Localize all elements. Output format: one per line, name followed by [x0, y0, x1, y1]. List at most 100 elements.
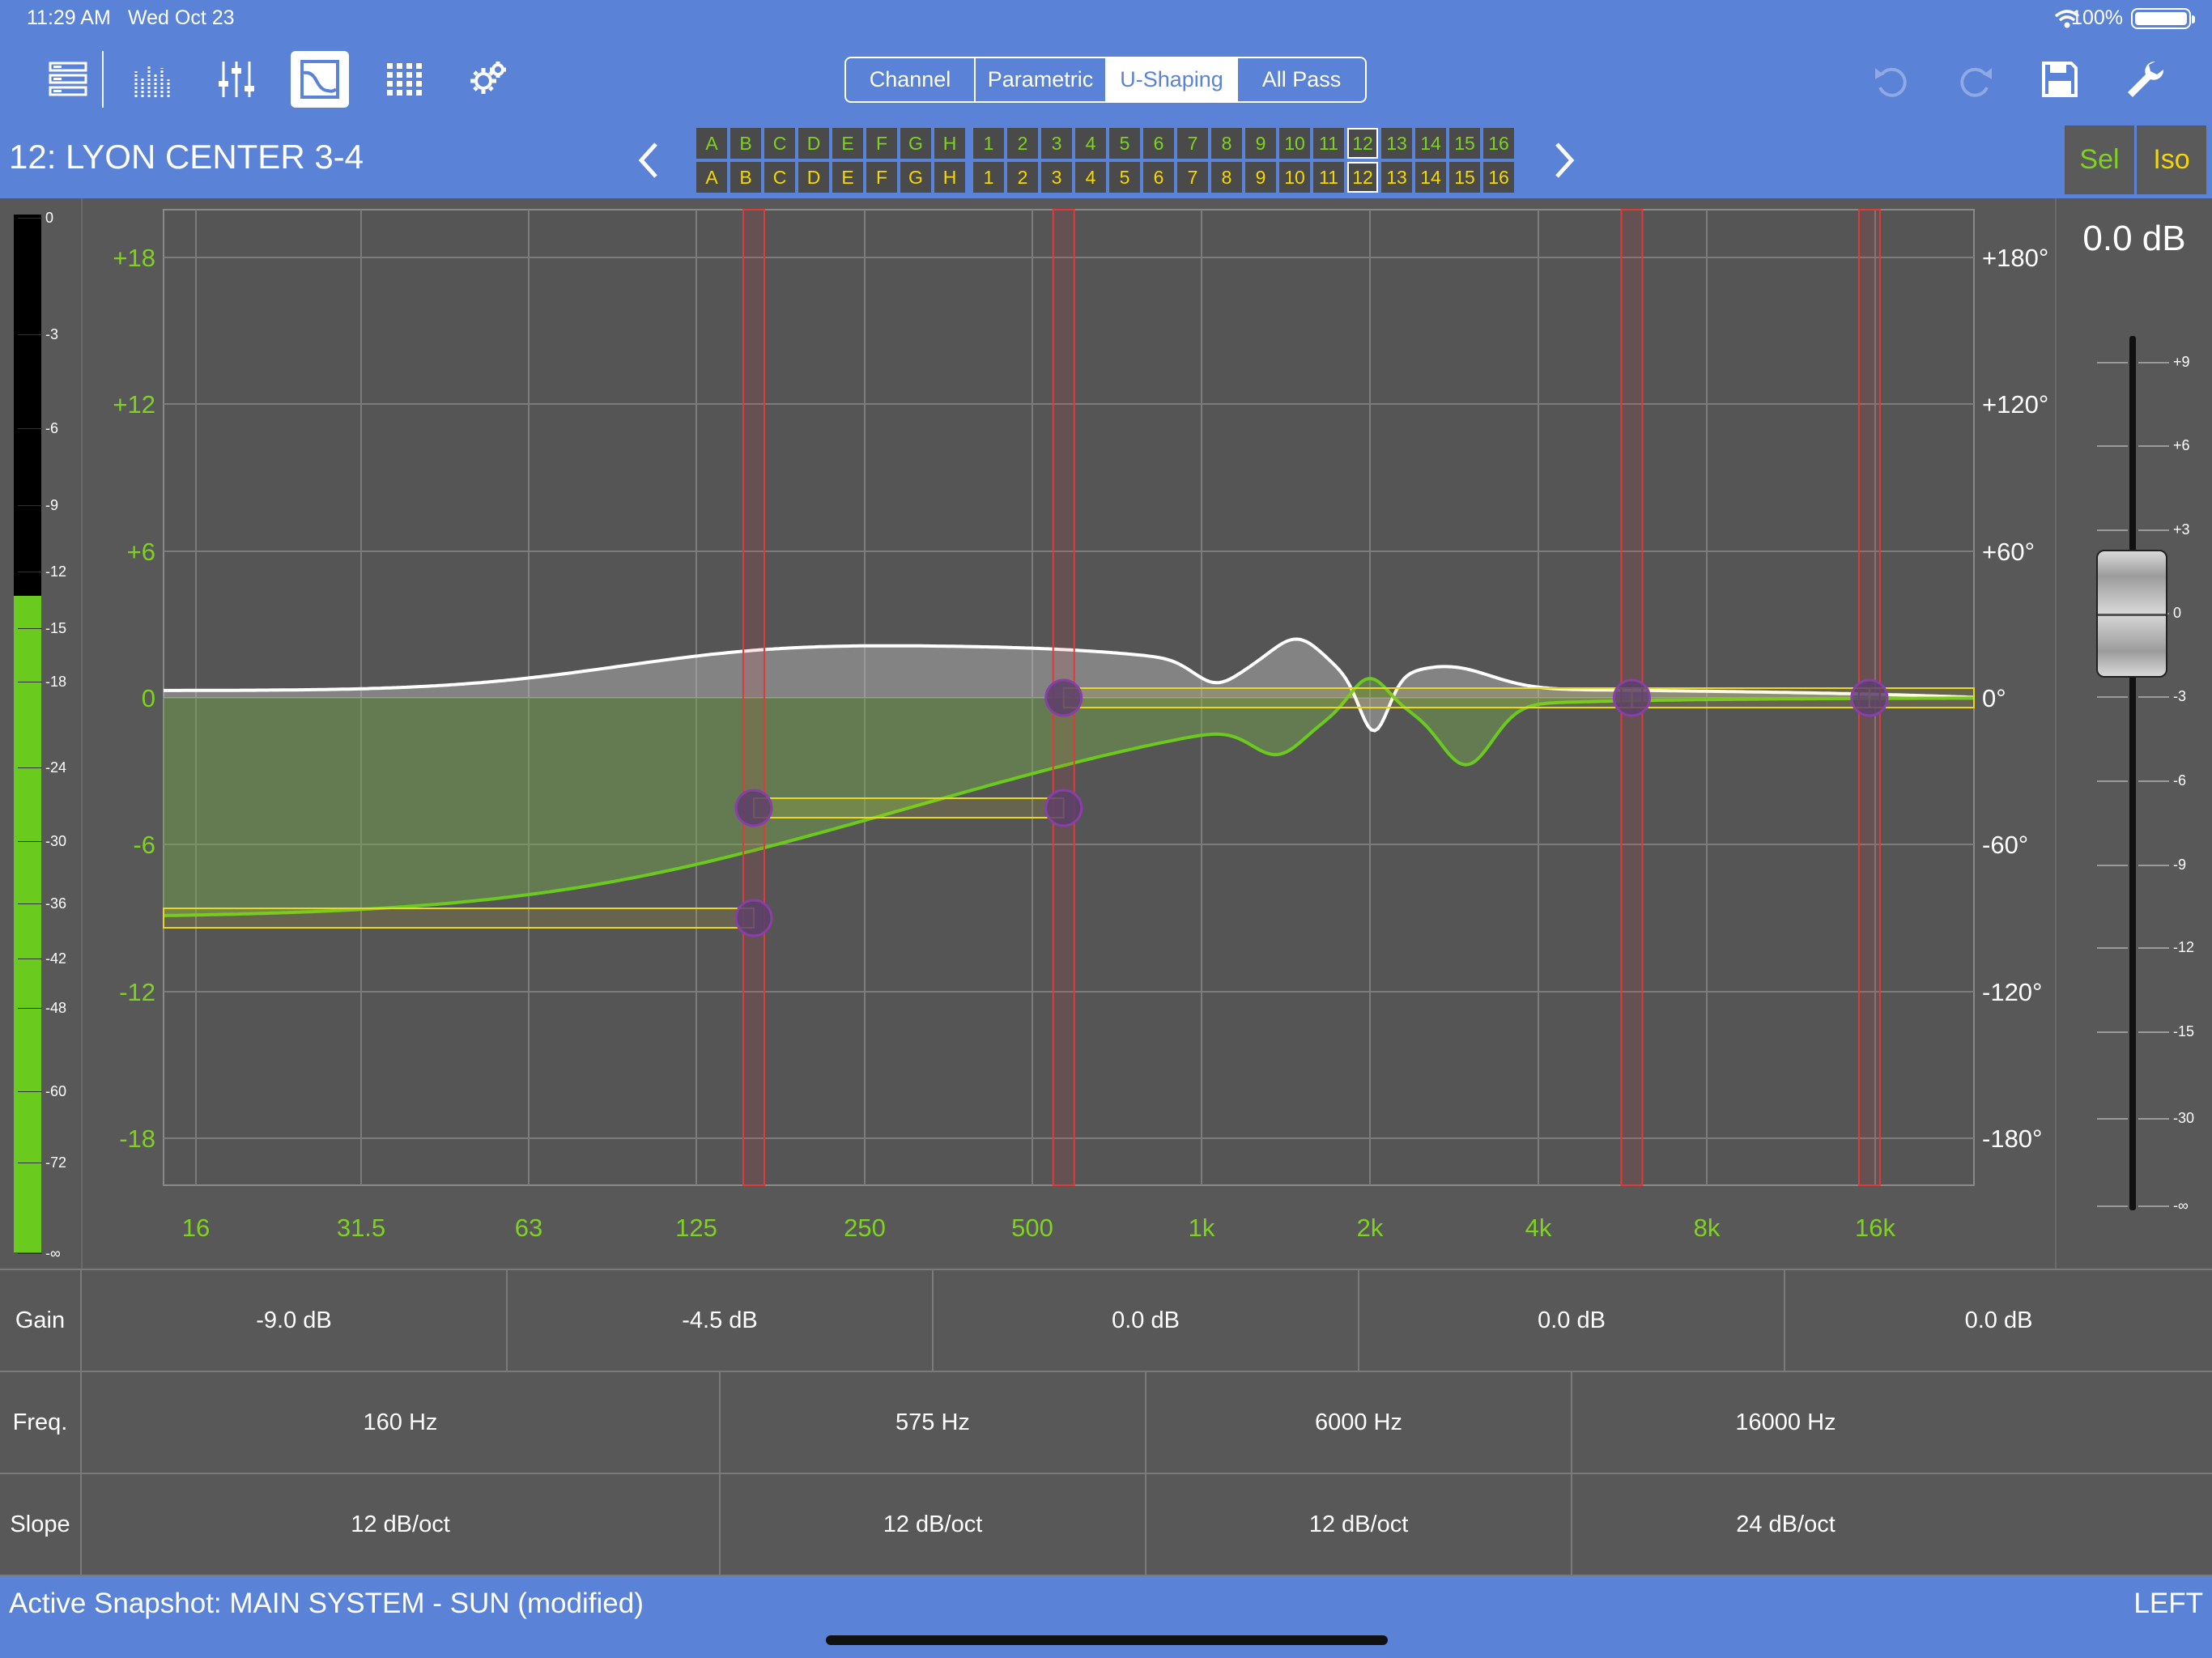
- y-tick-label-left: 0: [142, 684, 155, 712]
- next-channel-button[interactable]: [1545, 138, 1585, 183]
- channel-top-8[interactable]: 8: [1211, 128, 1242, 159]
- group-top-f[interactable]: F: [866, 128, 897, 159]
- fader-label: -9: [2173, 857, 2187, 873]
- channel-bottom-16[interactable]: 16: [1483, 162, 1514, 193]
- freq-cell-2[interactable]: 575 Hz: [721, 1372, 1146, 1473]
- channel-top-1[interactable]: 1: [973, 128, 1004, 159]
- slope-label: Slope: [0, 1474, 82, 1575]
- channel-top-7[interactable]: 7: [1177, 128, 1208, 159]
- channel-bottom-11[interactable]: 11: [1313, 162, 1344, 193]
- channel-top-11[interactable]: 11: [1313, 128, 1344, 159]
- prev-channel-button[interactable]: [627, 138, 668, 183]
- group-bottom-a[interactable]: A: [696, 162, 727, 193]
- group-bottom-d[interactable]: D: [798, 162, 829, 193]
- group-bottom-e[interactable]: E: [832, 162, 863, 193]
- gain-cell-3[interactable]: 0.0 dB: [934, 1270, 1359, 1371]
- eq-curve-icon[interactable]: [291, 51, 349, 108]
- fader-value: 0.0 dB: [2082, 219, 2186, 258]
- channel-bottom-2[interactable]: 2: [1007, 162, 1038, 193]
- save-icon[interactable]: [2031, 51, 2089, 108]
- channel-top-5[interactable]: 5: [1109, 128, 1140, 159]
- channel-title: 12: LYON CENTER 3-4: [9, 138, 364, 176]
- channel-top-3[interactable]: 3: [1041, 128, 1072, 159]
- wrench-icon[interactable]: [2115, 51, 2173, 108]
- sel-button[interactable]: Sel: [2065, 125, 2134, 194]
- group-top-g[interactable]: G: [900, 128, 931, 159]
- channel-bottom-14[interactable]: 14: [1415, 162, 1446, 193]
- spectrum-icon[interactable]: [123, 51, 181, 108]
- band-handle-4-1: [1850, 678, 1889, 717]
- channel-bottom-12[interactable]: 12: [1347, 162, 1378, 193]
- group-top-d[interactable]: D: [798, 128, 829, 159]
- channel-top-15[interactable]: 15: [1449, 128, 1480, 159]
- channel-bottom-13[interactable]: 13: [1381, 162, 1412, 193]
- x-tick-label: 500: [1011, 1214, 1053, 1242]
- redo-icon[interactable]: [1946, 51, 2005, 108]
- channel-bottom-15[interactable]: 15: [1449, 162, 1480, 193]
- iso-button[interactable]: Iso: [2137, 125, 2206, 194]
- channel-top-6[interactable]: 6: [1143, 128, 1174, 159]
- group-selector: ABCDEFGH ABCDEFGH: [696, 128, 965, 193]
- matrix-grid-icon[interactable]: [376, 51, 434, 108]
- channel-bottom-10[interactable]: 10: [1279, 162, 1310, 193]
- group-bottom-h[interactable]: H: [934, 162, 965, 193]
- channel-top-2[interactable]: 2: [1007, 128, 1038, 159]
- group-top-a[interactable]: A: [696, 128, 727, 159]
- battery-icon: [2131, 8, 2195, 29]
- slope-cell-3[interactable]: 12 dB/oct: [1146, 1474, 1572, 1575]
- channel-top-9[interactable]: 9: [1245, 128, 1276, 159]
- channel-bottom-7[interactable]: 7: [1177, 162, 1208, 193]
- group-top-h[interactable]: H: [934, 128, 965, 159]
- freq-cell-3[interactable]: 6000 Hz: [1146, 1372, 1572, 1473]
- channel-top-10[interactable]: 10: [1279, 128, 1310, 159]
- tab-channel[interactable]: Channel: [846, 58, 976, 101]
- freq-row: Freq. 160 Hz 575 Hz 6000 Hz 16000 Hz: [0, 1372, 2212, 1474]
- channel-bottom-5[interactable]: 5: [1109, 162, 1140, 193]
- tab-all-pass[interactable]: All Pass: [1238, 58, 1365, 101]
- group-bottom-b[interactable]: B: [730, 162, 761, 193]
- channel-bottom-6[interactable]: 6: [1143, 162, 1174, 193]
- group-bottom-f[interactable]: F: [866, 162, 897, 193]
- chevron-left-icon: [638, 142, 657, 178]
- slope-cell-4[interactable]: 24 dB/oct: [1572, 1474, 1999, 1575]
- freq-label: Freq.: [0, 1372, 82, 1473]
- tab-parametric[interactable]: Parametric: [976, 58, 1107, 101]
- gain-cell-2[interactable]: -4.5 dB: [508, 1270, 934, 1371]
- gain-cell-4[interactable]: 0.0 dB: [1359, 1270, 1785, 1371]
- slope-cell-2[interactable]: 12 dB/oct: [721, 1474, 1146, 1575]
- channel-top-13[interactable]: 13: [1381, 128, 1412, 159]
- fader-knob[interactable]: [2096, 550, 2167, 678]
- bottom-status-bar: Active Snapshot: MAIN SYSTEM - SUN (modi…: [0, 1576, 2212, 1658]
- home-indicator[interactable]: [826, 1635, 1388, 1645]
- settings-gears-icon[interactable]: [459, 51, 517, 108]
- channel-bottom-9[interactable]: 9: [1245, 162, 1276, 193]
- group-top-e[interactable]: E: [832, 128, 863, 159]
- rack-icon[interactable]: [39, 51, 97, 108]
- eq-graph[interactable]: 16 31.5 63 125 250 500 1k 2k 4k 8k 16k +18 +12 +6 0 -6 -…: [0, 198, 2057, 1269]
- undo-icon[interactable]: [1862, 51, 1921, 108]
- channel-bottom-8[interactable]: 8: [1211, 162, 1242, 193]
- channel-top-4[interactable]: 4: [1075, 128, 1106, 159]
- group-top-c[interactable]: C: [764, 128, 795, 159]
- faders-icon[interactable]: [207, 51, 266, 108]
- channel-bottom-1[interactable]: 1: [973, 162, 1004, 193]
- tab-u-shaping[interactable]: U-Shaping: [1107, 58, 1238, 101]
- channel-top-14[interactable]: 14: [1415, 128, 1446, 159]
- fader-tick: [2138, 780, 2169, 782]
- channel-bottom-3[interactable]: 3: [1041, 162, 1072, 193]
- gain-plateau-1: [163, 908, 755, 929]
- y-tick-label-left: -12: [119, 978, 155, 1006]
- gain-cell-5[interactable]: 0.0 dB: [1785, 1270, 2212, 1371]
- slope-cell-1[interactable]: 12 dB/oct: [82, 1474, 721, 1575]
- channel-top-12[interactable]: 12: [1347, 128, 1378, 159]
- gain-label: Gain: [0, 1270, 82, 1371]
- fader-track[interactable]: [2129, 336, 2136, 1210]
- freq-cell-4[interactable]: 16000 Hz: [1572, 1372, 1999, 1473]
- channel-top-16[interactable]: 16: [1483, 128, 1514, 159]
- group-bottom-g[interactable]: G: [900, 162, 931, 193]
- freq-cell-1[interactable]: 160 Hz: [82, 1372, 721, 1473]
- group-bottom-c[interactable]: C: [764, 162, 795, 193]
- channel-bottom-4[interactable]: 4: [1075, 162, 1106, 193]
- group-top-b[interactable]: B: [730, 128, 761, 159]
- gain-cell-1[interactable]: -9.0 dB: [82, 1270, 508, 1371]
